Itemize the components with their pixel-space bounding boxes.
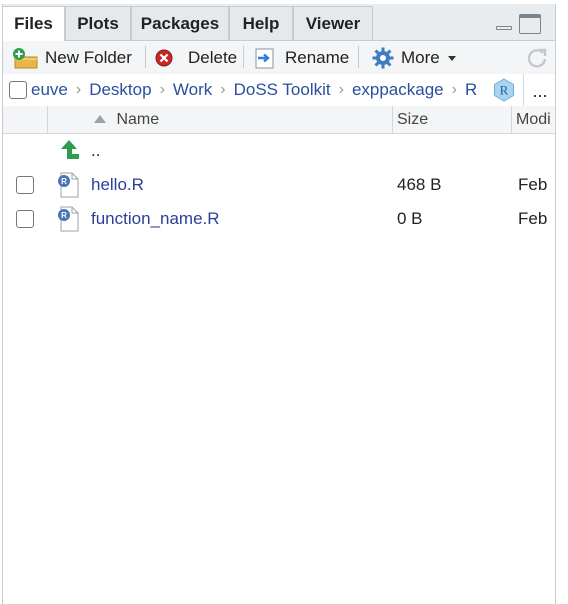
- name-column-label: Name: [116, 111, 160, 128]
- tab-plots[interactable]: Plots: [65, 6, 131, 40]
- tab-packages[interactable]: Packages: [131, 6, 229, 40]
- refresh-icon[interactable]: [526, 47, 548, 69]
- maximize-pane-icon[interactable]: [519, 14, 541, 34]
- table-row: R hello.R 468 B Feb: [3, 168, 555, 202]
- rename-label: Rename: [285, 47, 350, 67]
- delete-label: Delete: [188, 47, 238, 67]
- r-script-file-icon: R: [58, 206, 79, 232]
- breadcrumb-chevron-icon: ›: [338, 81, 344, 98]
- file-list-header: Name Size Modi: [3, 106, 555, 134]
- breadcrumb-chevron-icon: ›: [75, 81, 82, 98]
- tab-files[interactable]: Files: [2, 6, 65, 41]
- pane-tab-strip: Files Plots Packages Help Viewer: [2, 4, 555, 41]
- delete-icon: [155, 49, 173, 66]
- sort-ascending-icon: [94, 115, 106, 123]
- gear-icon: [372, 47, 394, 68]
- svg-text:R: R: [61, 177, 67, 186]
- breadcrumb-overflow-button[interactable]: ...: [523, 74, 556, 106]
- svg-text:R: R: [500, 83, 509, 98]
- rename-icon: [255, 48, 274, 68]
- column-divider: [47, 106, 48, 133]
- tab-help[interactable]: Help: [229, 6, 293, 40]
- rename-button[interactable]: Rename: [253, 44, 349, 71]
- breadcrumb-chevron-icon: ›: [220, 81, 226, 98]
- breadcrumb-item[interactable]: exppackage: [352, 80, 444, 100]
- breadcrumb-item[interactable]: euve: [31, 80, 68, 100]
- file-modified: Feb: [518, 209, 548, 228]
- breadcrumb-item[interactable]: R: [465, 80, 477, 100]
- path-breadcrumb-bar: euve › Desktop › Work › DoSS Toolkit › e…: [3, 74, 555, 107]
- modified-column-header[interactable]: Modi: [516, 106, 551, 133]
- toolbar-divider: [358, 46, 359, 68]
- r-script-file-icon: R: [58, 172, 79, 198]
- r-project-icon[interactable]: R: [492, 78, 516, 102]
- new-folder-button[interactable]: New Folder: [11, 44, 132, 71]
- svg-text:R: R: [61, 211, 67, 220]
- column-divider: [511, 106, 512, 133]
- files-toolbar: New Folder Delete Rename More: [3, 41, 555, 75]
- file-name-link[interactable]: function_name.R: [91, 202, 220, 236]
- new-folder-label: New Folder: [45, 47, 132, 67]
- toolbar-divider: [243, 46, 244, 68]
- breadcrumb-item[interactable]: DoSS Toolkit: [234, 80, 331, 100]
- tab-viewer[interactable]: Viewer: [293, 6, 373, 40]
- breadcrumb-item[interactable]: Desktop: [89, 80, 151, 100]
- delete-button[interactable]: Delete: [154, 44, 237, 71]
- file-name-link[interactable]: hello.R: [91, 168, 144, 202]
- up-arrow-icon: [61, 140, 79, 159]
- parent-directory-row[interactable]: ..: [3, 134, 555, 168]
- size-column-header[interactable]: Size: [397, 106, 428, 133]
- breadcrumb: euve › Desktop › Work › DoSS Toolkit › e…: [31, 74, 511, 106]
- breadcrumb-chevron-icon: ›: [159, 81, 165, 98]
- table-row: R function_name.R 0 B Feb: [3, 202, 555, 236]
- file-size: 468 B: [397, 175, 442, 194]
- dropdown-caret-icon: [447, 55, 456, 61]
- row-checkbox[interactable]: [16, 176, 34, 194]
- file-size: 0 B: [397, 209, 423, 228]
- files-pane: Files Plots Packages Help Viewer New Fol…: [2, 4, 556, 604]
- select-all-checkbox[interactable]: [9, 81, 27, 99]
- breadcrumb-chevron-icon: ›: [451, 81, 457, 98]
- toolbar-divider: [145, 46, 146, 68]
- file-modified: Feb: [518, 175, 548, 194]
- more-menu-button[interactable]: More: [371, 44, 460, 71]
- row-checkbox[interactable]: [16, 210, 34, 228]
- breadcrumb-item[interactable]: Work: [173, 80, 212, 100]
- minimize-pane-icon[interactable]: [495, 14, 513, 32]
- name-column-header[interactable]: Name: [93, 106, 159, 133]
- parent-directory-link[interactable]: ..: [91, 134, 100, 168]
- new-folder-icon: [13, 47, 38, 68]
- column-divider: [392, 106, 393, 133]
- more-label: More: [401, 47, 440, 67]
